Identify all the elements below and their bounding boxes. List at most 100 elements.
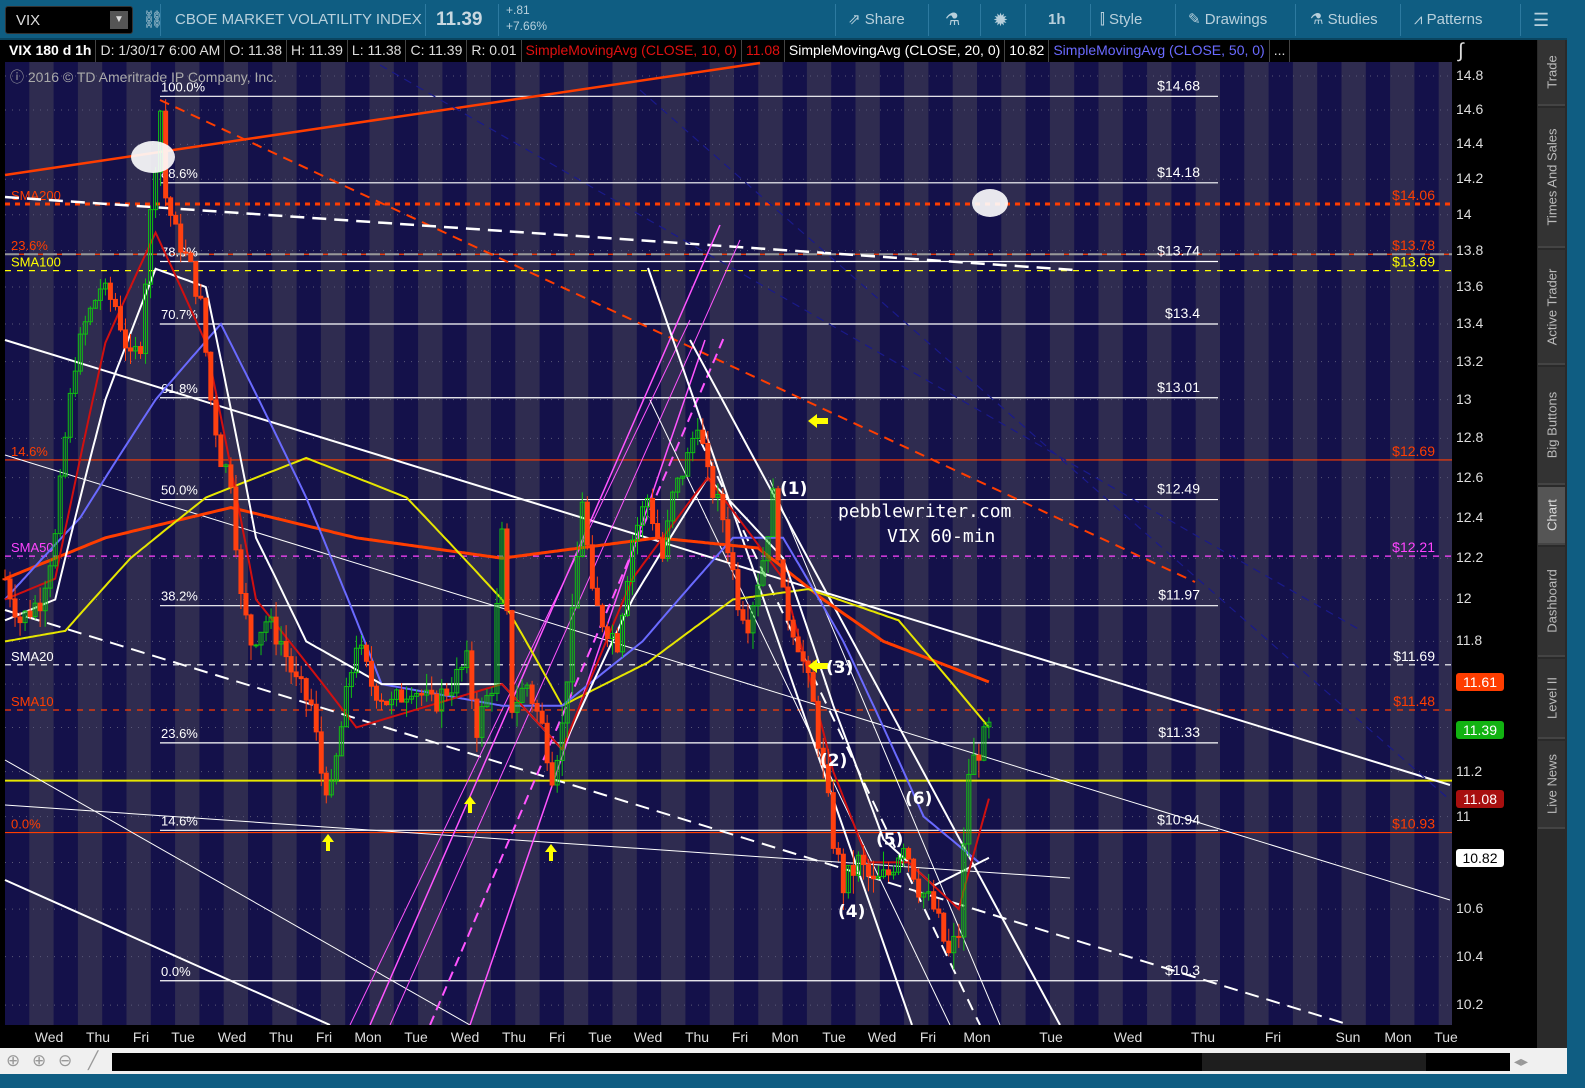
level-price: $12.21 xyxy=(1392,539,1435,555)
price-badge: 11.08 xyxy=(1456,789,1504,808)
candle-body xyxy=(529,684,535,704)
scrollbar-thumb[interactable] xyxy=(1202,1053,1426,1071)
candle-body xyxy=(203,297,209,353)
right-sidebar: Trade Times And Sales Active Trader Big But… xyxy=(1537,40,1567,1048)
x-tick-label: Thu xyxy=(501,1029,527,1045)
menu-icon[interactable]: ☰ xyxy=(1533,0,1549,40)
candle-body xyxy=(384,700,390,706)
candle-body xyxy=(243,593,249,616)
draw-line-icon[interactable]: ╱ xyxy=(88,1051,98,1071)
x-tick-label: Tue xyxy=(822,1029,846,1045)
divider xyxy=(1520,4,1521,36)
y-tick-label: 14.8 xyxy=(1456,67,1484,83)
status-strip xyxy=(0,1074,1585,1088)
level-price: $11.69 xyxy=(1393,648,1435,664)
candle-body xyxy=(379,699,384,702)
candle-body xyxy=(916,878,922,898)
candle-body xyxy=(313,703,319,733)
sidebar-tab-live-news[interactable]: Live News xyxy=(1538,741,1565,829)
level-price: $10.93 xyxy=(1392,816,1435,832)
y-tick-label: 10.2 xyxy=(1456,996,1484,1013)
candle-body xyxy=(544,722,550,764)
candle-body xyxy=(193,261,199,297)
crosshair-icon[interactable]: ⊕ xyxy=(6,1051,20,1071)
candle-body xyxy=(594,587,600,606)
candle-body xyxy=(474,698,480,738)
y-tick-label: 12 xyxy=(1456,590,1472,607)
y-tick-label: 12.4 xyxy=(1456,508,1484,525)
sidebar-tab-times-and-sales[interactable]: Times And Sales xyxy=(1538,108,1565,248)
candle-body xyxy=(931,891,937,910)
candle-body xyxy=(218,434,224,468)
info-icon: ⓘ xyxy=(10,69,28,85)
wave-label: (3) xyxy=(826,658,853,678)
zoom-out-icon[interactable]: ⊖ xyxy=(58,1051,72,1071)
expand-icon[interactable]: ◂▸ xyxy=(1514,1053,1528,1070)
candle-body xyxy=(775,488,781,561)
x-tick-label: Fri xyxy=(548,1029,566,1045)
candle-body xyxy=(183,251,189,254)
sidebar-tab-chart[interactable]: Chart xyxy=(1538,487,1565,545)
candle-body xyxy=(720,494,726,521)
y-tick-label: 11.8 xyxy=(1456,632,1483,649)
tab-label: Chart xyxy=(1544,499,1559,531)
fib-price: $13.01 xyxy=(1157,379,1200,395)
x-tick-label: Thu xyxy=(1190,1029,1216,1045)
sidebar-tab-active-trader[interactable]: Active Trader xyxy=(1538,250,1565,365)
x-tick-label: Fri xyxy=(1264,1029,1282,1045)
highlight-ellipse xyxy=(972,189,1008,217)
auto-scale-icon[interactable]: ∫ xyxy=(1458,40,1463,63)
candle-body xyxy=(730,552,736,571)
y-tick-label: 13 xyxy=(1456,390,1472,407)
y-tick-label: 14 xyxy=(1456,205,1472,222)
level-name: 23.6% xyxy=(11,238,48,253)
y-tick-label: 11 xyxy=(1456,807,1471,824)
y-tick-label: 14.2 xyxy=(1456,170,1484,187)
level-name: 14.6% xyxy=(11,444,48,459)
sidebar-tab-dashboard[interactable]: Dashboard xyxy=(1538,547,1565,657)
candle-body xyxy=(509,610,515,713)
price-axis[interactable]: ∫ 14.8 14.6 14.4 14.2 14 13.8 13.6 13.4 13.2 13 12… xyxy=(1452,40,1535,1025)
candle-body xyxy=(886,869,892,876)
x-tick-label: Wed xyxy=(633,1029,663,1045)
x-tick-label: Fri xyxy=(731,1029,749,1045)
candle-body xyxy=(956,935,962,938)
chart-footer: ⊕ ⊕ ⊖ ╱ ◂▸ xyxy=(0,1048,1567,1074)
sidebar-tab-big-buttons[interactable]: Big Buttons xyxy=(1538,367,1565,485)
candle-body xyxy=(534,702,540,712)
time-axis[interactable]: Wed Thu Fri Tue Wed Thu Fri Mon Tue Wed Thu Fri Tue W… xyxy=(0,1025,1537,1048)
fib-percent: 14.6% xyxy=(161,813,198,828)
level-name: SMA20 xyxy=(11,649,54,664)
wave-label: (6) xyxy=(905,789,932,809)
x-tick-label: Mon xyxy=(1384,1029,1412,1045)
x-tick-label: Fri xyxy=(919,1029,937,1045)
candle-body xyxy=(368,660,374,687)
candle-body xyxy=(429,689,435,695)
tab-label: Live News xyxy=(1544,754,1559,814)
candle-body xyxy=(273,616,279,645)
sidebar-tab-trade[interactable]: Trade xyxy=(1538,40,1565,106)
time-scrollbar[interactable] xyxy=(112,1053,1510,1071)
price-badge: 11.61 xyxy=(1456,672,1504,691)
x-tick-label: Tue xyxy=(1434,1029,1458,1045)
x-tick-label: Fri xyxy=(315,1029,333,1045)
candle-body xyxy=(288,656,294,673)
x-tick-label: Tue xyxy=(1039,1029,1063,1045)
zoom-in-icon[interactable]: ⊕ xyxy=(32,1051,46,1071)
candle-body xyxy=(434,693,440,712)
candle-body xyxy=(785,586,791,621)
candle-body xyxy=(800,651,806,662)
x-tick-label: Tue xyxy=(171,1029,195,1045)
tab-label: Dashboard xyxy=(1544,569,1559,633)
x-tick-label: Mon xyxy=(771,1029,799,1045)
candle-body xyxy=(173,214,179,225)
fib-percent: 38.2% xyxy=(161,589,198,604)
x-tick-label: Thu xyxy=(85,1029,111,1045)
sidebar-tab-level-ii[interactable]: Level II xyxy=(1538,659,1565,739)
price-badge: 11.39 xyxy=(1456,720,1504,739)
candle-body xyxy=(865,863,871,877)
candle-body xyxy=(373,685,379,701)
x-tick-label: Wed xyxy=(34,1029,64,1045)
price-chart[interactable]: SMA200 $14.0623.6% $13.78SMA100 $13.6914.6%… xyxy=(0,0,1452,1025)
candle-body xyxy=(745,619,751,634)
